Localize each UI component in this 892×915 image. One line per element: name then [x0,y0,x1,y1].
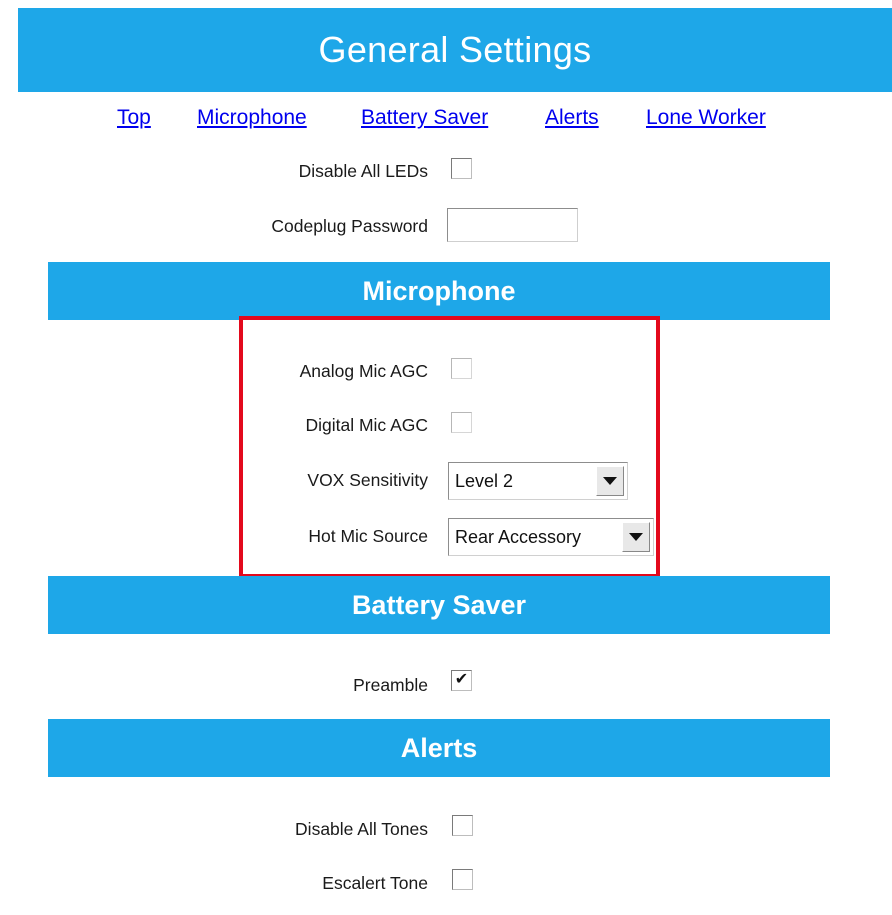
escalert-tone-checkbox[interactable] [452,869,473,890]
preamble-checkbox[interactable]: ✔ [451,670,472,691]
nav-link-battery-saver[interactable]: Battery Saver [361,106,488,130]
digital-mic-agc-label: Digital Mic AGC [305,415,428,435]
disable-all-tones-checkbox[interactable] [452,815,473,836]
section-header-alerts: Alerts [48,719,830,777]
hot-mic-source-value: Rear Accessory [455,526,582,547]
vox-sensitivity-label: VOX Sensitivity [307,470,428,490]
section-title-alerts: Alerts [400,732,478,763]
nav-link-lone-worker[interactable]: Lone Worker [646,106,766,130]
hot-mic-source-label: Hot Mic Source [308,526,428,546]
vox-sensitivity-select[interactable]: Level 2 [448,462,628,500]
codeplug-password-label: Codeplug Password [271,216,428,236]
section-title-battery-saver: Battery Saver [351,589,527,620]
page-header: General Settings [18,8,892,92]
disable-all-tones-label: Disable All Tones [295,819,428,839]
checkmark-icon: ✔ [454,671,469,688]
analog-mic-agc-label: Analog Mic AGC [299,361,428,381]
escalert-tone-label: Escalert Tone [322,873,428,893]
codeplug-password-input[interactable] [447,208,578,242]
disable-all-leds-checkbox[interactable] [451,158,472,179]
page-title: General Settings [318,29,592,70]
chevron-down-icon[interactable] [596,466,624,496]
analog-mic-agc-checkbox[interactable] [451,358,472,379]
hot-mic-source-select[interactable]: Rear Accessory [448,518,654,556]
digital-mic-agc-checkbox[interactable] [451,412,472,433]
nav-link-top[interactable]: Top [117,106,151,130]
disable-all-leds-label: Disable All LEDs [298,161,428,181]
nav-link-microphone[interactable]: Microphone [197,106,307,130]
vox-sensitivity-value: Level 2 [455,470,514,491]
preamble-label: Preamble [353,675,428,695]
nav-link-alerts[interactable]: Alerts [545,106,599,130]
section-header-battery-saver: Battery Saver [48,576,830,634]
chevron-down-icon[interactable] [622,522,650,552]
section-title-microphone: Microphone [362,275,516,306]
section-header-microphone: Microphone [48,262,830,320]
